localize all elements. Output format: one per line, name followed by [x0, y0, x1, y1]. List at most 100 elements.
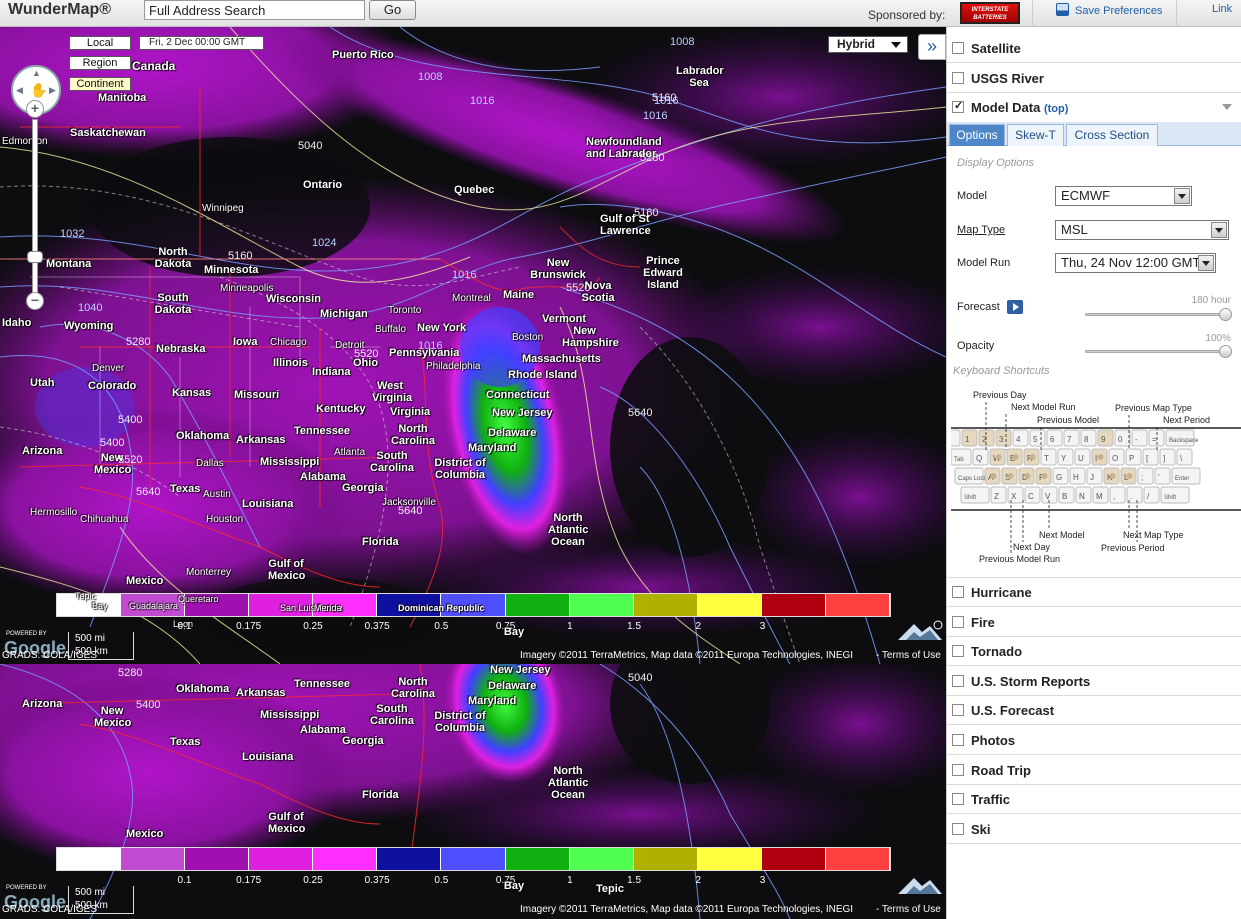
height-label: 5040 — [298, 140, 323, 152]
pan-up-icon[interactable]: ▲ — [32, 68, 41, 78]
legend-tick-label: 0.1 — [177, 621, 192, 632]
map-type-label[interactable]: Map Type — [957, 224, 1005, 236]
layer-fire[interactable]: Fire — [947, 608, 1241, 637]
map-label: Mexico — [126, 575, 164, 587]
map-label: West Virginia — [372, 380, 413, 404]
layer-checkbox[interactable] — [952, 734, 964, 746]
layer-checkbox[interactable] — [952, 42, 964, 54]
height-label: 5400 — [118, 414, 143, 426]
layer-checkbox[interactable] — [952, 99, 964, 113]
keyboard-key: = — [1148, 429, 1165, 447]
map-type-select[interactable]: MSL — [1055, 220, 1229, 240]
play-button[interactable] — [1007, 300, 1023, 314]
svg-text:6: 6 — [1050, 435, 1055, 444]
layer-traffic[interactable]: Traffic — [947, 785, 1241, 815]
map-label: Montana — [46, 258, 92, 270]
kbd-shortcut-label: Previous Model Run — [979, 554, 1061, 564]
expand-panel-button[interactable]: » — [918, 34, 946, 60]
go-button[interactable]: Go — [369, 0, 416, 20]
isobar-label: 1032 — [60, 228, 85, 240]
kbd-shortcut-label: Previous Model — [1037, 415, 1100, 425]
svg-text:Backspace: Backspace — [1169, 438, 1199, 444]
map-label: North Atlantic Ocean — [548, 512, 589, 548]
layer-hurricane[interactable]: Hurricane — [947, 578, 1241, 607]
terms-of-use-link[interactable]: - Terms of Use — [876, 904, 941, 915]
keyboard-key: [ — [1142, 448, 1159, 466]
layer-u-s-forecast[interactable]: U.S. Forecast — [947, 696, 1241, 726]
svg-text:Shift: Shift — [1164, 495, 1176, 501]
layer-u-s-storm-reports[interactable]: U.S. Storm Reports — [947, 667, 1241, 696]
layer-label: Road Trip — [971, 762, 1031, 778]
tab-cross-section[interactable]: Cross Section — [1066, 124, 1158, 146]
svg-text:G: G — [1056, 473, 1062, 482]
forecast-slider-knob[interactable] — [1219, 308, 1232, 321]
layer-usgs-river[interactable]: USGS River — [947, 64, 1241, 93]
address-search-input[interactable] — [144, 0, 365, 20]
layer-checkbox[interactable] — [952, 763, 964, 776]
opacity-slider-knob[interactable] — [1219, 345, 1232, 358]
legend-tick-label: 0.375 — [364, 875, 390, 886]
map-attribution: Imagery ©2011 TerraMetrics, Map data ©20… — [520, 650, 854, 661]
collapse-chevron-icon[interactable] — [1222, 104, 1232, 110]
keyboard-diagram: ` 123 4 5 6 7 8 9 0 - = Backspace Tab QWERT Y U I O P [] \ Ca… — [951, 402, 1241, 554]
pan-left-icon[interactable]: ◀ — [16, 85, 23, 96]
weather-map[interactable]: Puerto Rico Canada Manitoba Saskatchewan… — [0, 27, 946, 664]
layer-checkbox[interactable] — [952, 822, 964, 835]
wunderground-icon[interactable] — [896, 620, 944, 642]
save-preferences-link[interactable]: Save Preferences — [1056, 3, 1162, 17]
svg-text:O: O — [1112, 454, 1118, 463]
keyboard-key: 6 — [1046, 429, 1063, 447]
model-select[interactable]: ECMWF — [1055, 186, 1192, 206]
height-label: 5400 — [100, 437, 125, 449]
legend-tick-label: 0.1 — [177, 875, 192, 886]
zoom-out-button[interactable]: − — [26, 292, 44, 310]
top-link[interactable]: (top) — [1044, 103, 1068, 115]
keyboard-key: H — [1069, 467, 1086, 485]
layer-checkbox[interactable] — [952, 704, 964, 717]
keyboard-key: F — [1035, 467, 1052, 485]
local-view-button[interactable]: Local — [69, 36, 131, 50]
wundermap-logo[interactable]: WunderMap® — [8, 1, 111, 19]
sponsor-logo[interactable]: INTERSTATE BATTERIES — [960, 2, 1020, 24]
forecast-slider[interactable] — [1085, 308, 1232, 321]
legend-tick-label: 0.5 — [434, 875, 449, 886]
layer-road-trip[interactable]: Road Trip — [947, 756, 1241, 785]
layer-checkbox[interactable] — [952, 72, 964, 84]
layer-checkbox[interactable] — [952, 586, 964, 598]
sponsored-by-label: Sponsored by: — [868, 8, 946, 22]
layer-photos[interactable]: Photos — [947, 726, 1241, 755]
legend-tick-label: 0.175 — [236, 621, 262, 632]
map-label: Arkansas — [236, 434, 286, 446]
terms-of-use-link[interactable]: - Terms of Use — [876, 650, 941, 661]
hand-icon[interactable]: ✋ — [30, 82, 47, 99]
zoom-in-button[interactable]: + — [26, 100, 44, 118]
layer-tornado[interactable]: Tornado — [947, 637, 1241, 667]
opacity-slider[interactable] — [1085, 345, 1232, 358]
zoom-slider-handle[interactable] — [27, 251, 43, 263]
layer-checkbox[interactable] — [952, 615, 964, 628]
continent-view-button[interactable]: Continent — [69, 77, 131, 91]
wunderground-icon[interactable] — [896, 874, 944, 896]
pan-right-icon[interactable]: ▶ — [49, 85, 56, 96]
layer-model-data[interactable]: Model Data (top) — [947, 93, 1241, 122]
layer-checkbox[interactable] — [952, 674, 964, 687]
svg-text:I: I — [1095, 454, 1097, 463]
weather-map-duplicate[interactable]: 5280 5400 5040 Arizona Oklahoma Arkansas… — [0, 664, 946, 919]
tab-options[interactable]: Options — [949, 124, 1005, 146]
layer-ski[interactable]: Ski — [947, 815, 1241, 844]
legend-swatch — [441, 848, 506, 870]
model-run-select[interactable]: Thu, 24 Nov 12:00 GMT — [1055, 253, 1216, 273]
layer-satellite[interactable]: Satellite — [947, 34, 1241, 63]
map-type-dropdown[interactable]: Hybrid — [828, 36, 908, 53]
region-view-button[interactable]: Region — [69, 56, 131, 70]
keyboard-key: - — [1131, 429, 1148, 447]
layer-checkbox[interactable] — [952, 793, 964, 806]
tab-skew-t[interactable]: Skew-T — [1007, 124, 1064, 146]
map-label: South Carolina — [370, 450, 415, 474]
map-label: North Dakota — [154, 246, 192, 270]
layer-checkbox[interactable] — [952, 645, 964, 658]
link-button[interactable]: Link — [1212, 3, 1232, 15]
svg-text:8: 8 — [1084, 435, 1089, 444]
zoom-slider-track[interactable] — [32, 119, 38, 294]
map-label: Colorado — [88, 380, 137, 392]
